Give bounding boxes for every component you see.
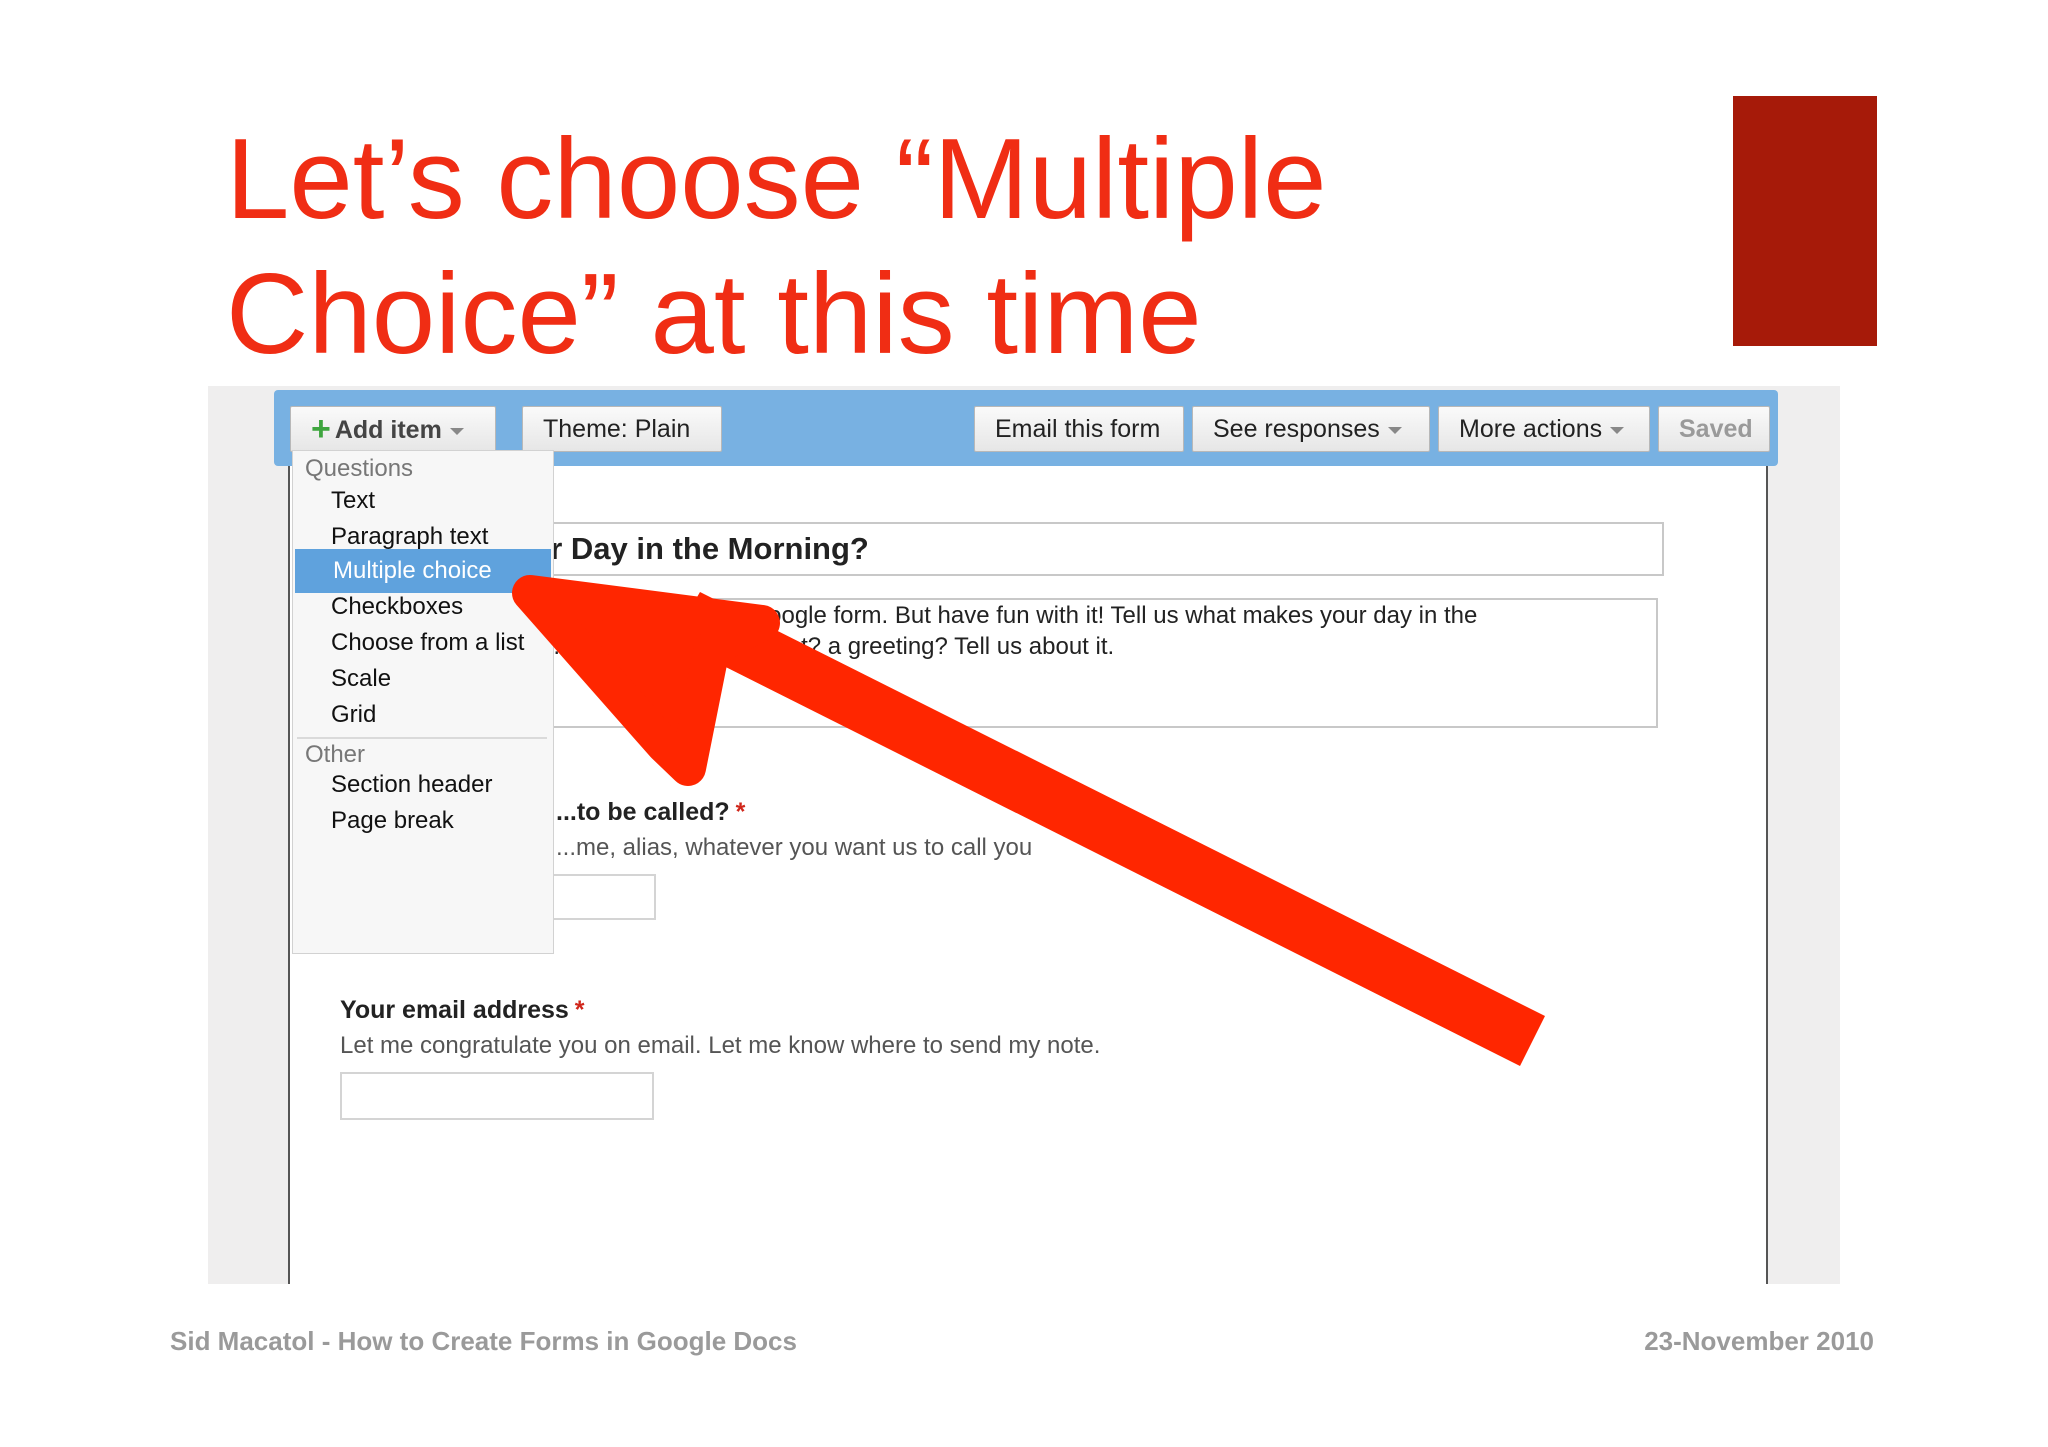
saved-button[interactable]: Saved [1658, 406, 1770, 452]
form-title-field[interactable]: Your Day in the Morning? [458, 522, 1664, 576]
add-item-label: Add item [334, 416, 442, 444]
accent-block [1733, 96, 1877, 346]
forms-screenshot: + Add item Theme: Plain Email this form S… [208, 386, 1840, 1284]
slide-title-line-2: Choice” at this time [226, 251, 1202, 378]
caret-down-icon [449, 427, 464, 435]
slide-title-line-1: Let’s choose “Multiple [226, 116, 1327, 243]
description-line-1: ...to practice creating a Google form. B… [500, 602, 1478, 629]
required-marker: * [574, 996, 585, 1024]
see-responses-button[interactable]: See responses [1192, 406, 1430, 452]
required-marker: * [735, 798, 746, 826]
add-item-button[interactable]: + Add item [290, 406, 496, 452]
menu-item-grid[interactable]: Grid [293, 693, 551, 737]
question-2-help: Let me congratulate you on email. Let me… [340, 1032, 1101, 1059]
form-description-field[interactable]: ...to practice creating a Google form. B… [458, 598, 1658, 728]
plus-icon: + [311, 410, 331, 448]
slide-title: Let’s choose “Multiple Choice” at this t… [226, 112, 1476, 382]
email-form-button[interactable]: Email this form [974, 406, 1184, 452]
caret-down-icon [1387, 426, 1402, 434]
question-1-title: ...to be called? [556, 798, 730, 826]
question-2-title: Your email address [340, 996, 569, 1024]
question-2-label: Your email address * [340, 996, 585, 1025]
theme-button[interactable]: Theme: Plain [522, 406, 722, 452]
more-actions-button[interactable]: More actions [1438, 406, 1650, 452]
menu-divider [297, 737, 547, 739]
see-responses-label: See responses [1213, 415, 1380, 443]
question-1-help: ...me, alias, whatever you want us to ca… [556, 834, 1033, 861]
description-line-2: ...ng... coffee? a smile? a pat? a greet… [500, 633, 1115, 660]
caret-down-icon [1610, 426, 1625, 434]
menu-item-page-break[interactable]: Page break [293, 799, 551, 843]
question-1-label: ...to be called? * [556, 798, 745, 827]
email-address-input[interactable] [340, 1072, 654, 1120]
slide-footer-author: Sid Macatol - How to Create Forms in Goo… [170, 1326, 797, 1356]
slide-footer-date: 23-November 2010 [1644, 1326, 1874, 1356]
add-item-menu: Questions Text Paragraph text Multiple c… [292, 450, 554, 954]
more-actions-label: More actions [1459, 415, 1603, 443]
